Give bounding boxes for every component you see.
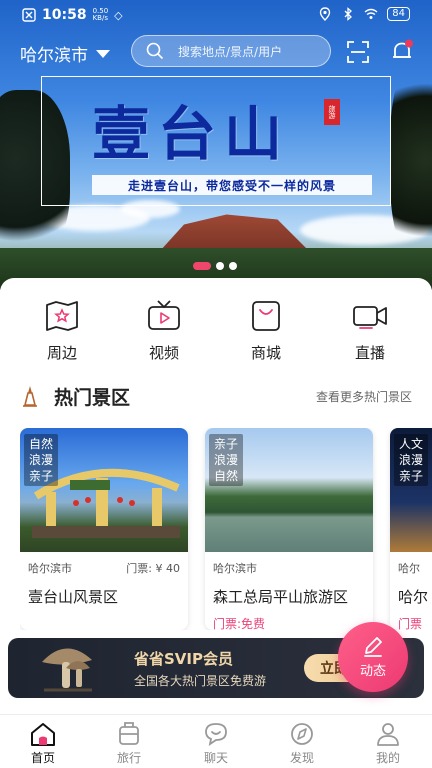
spot-city: 哈尔滨市 bbox=[28, 562, 72, 575]
tree-silhouette bbox=[390, 60, 432, 260]
carousel-indicator bbox=[193, 262, 237, 270]
carousel-dot[interactable] bbox=[216, 262, 224, 270]
banner-seal: 旅游 bbox=[324, 99, 340, 125]
spot-photo: 自然 浪漫 亲子 bbox=[20, 428, 188, 552]
status-time: 10:58 bbox=[42, 7, 87, 23]
home-icon bbox=[31, 723, 55, 746]
tv-play-icon bbox=[148, 300, 180, 330]
spot-card[interactable]: 自然 浪漫 亲子 哈尔滨市 门票: ¥ 40 壹台山风景区 bbox=[20, 428, 188, 630]
spot-tags: 自然 浪漫 亲子 bbox=[24, 434, 58, 486]
fab-label: 动态 bbox=[359, 664, 386, 679]
tab-label: 旅行 bbox=[116, 751, 141, 765]
spot-ticket: 门票 bbox=[398, 617, 423, 630]
search-icon bbox=[146, 42, 164, 60]
video-camera-icon bbox=[353, 306, 387, 329]
spot-name: 森工总局平山旅游区 bbox=[213, 588, 349, 606]
hero-banner[interactable]: 10:58 0.50 KB/s ◇ 84 哈尔滨市 搜索地点/景点/用户 壹台山… bbox=[0, 0, 432, 290]
spot-photo: 亲子 浪漫 自然 bbox=[205, 428, 373, 552]
mushroom-illustration bbox=[42, 648, 92, 692]
scan-icon[interactable] bbox=[347, 41, 369, 63]
more-hot-spots-link[interactable]: 查看更多热门景区 bbox=[316, 388, 412, 405]
quick-link-video[interactable]: 视频 bbox=[134, 300, 194, 363]
tab-label: 发现 bbox=[289, 751, 314, 765]
banner-title: 壹台山 bbox=[92, 100, 291, 168]
search-placeholder: 搜索地点/景点/用户 bbox=[178, 44, 283, 59]
spot-tags: 人文 浪漫 亲子 bbox=[394, 434, 428, 486]
tab-label: 我的 bbox=[375, 751, 400, 765]
tab-profile[interactable]: 我的 bbox=[358, 721, 418, 766]
shop-bag-icon bbox=[252, 301, 280, 331]
search-input[interactable]: 搜索地点/景点/用户 bbox=[131, 35, 331, 67]
city-selector[interactable]: 哈尔滨市 bbox=[20, 41, 110, 66]
quick-link-nearby[interactable]: 周边 bbox=[32, 300, 92, 363]
promo-subtitle: 全国各大热门景区免费游 bbox=[134, 674, 267, 688]
user-icon bbox=[377, 723, 399, 746]
status-bar: 10:58 0.50 KB/s ◇ 84 bbox=[0, 0, 432, 30]
tab-label: 聊天 bbox=[203, 751, 228, 765]
tab-home[interactable]: 首页 bbox=[13, 721, 73, 766]
post-moment-button[interactable]: 动态 bbox=[338, 622, 408, 692]
promo-title: 省省SVIP会员 bbox=[134, 650, 233, 668]
carousel-dot[interactable] bbox=[229, 262, 237, 270]
hot-spots-carousel[interactable]: 自然 浪漫 亲子 哈尔滨市 门票: ¥ 40 壹台山风景区 亲子 浪漫 自然 哈… bbox=[20, 428, 432, 630]
bell-icon[interactable] bbox=[390, 39, 414, 63]
section-title: 热门景区 bbox=[54, 386, 131, 409]
pencil-icon bbox=[364, 637, 382, 657]
network-speed: 0.50 KB/s bbox=[92, 7, 109, 22]
chevron-down-icon bbox=[96, 49, 110, 58]
spot-photo: 人文 浪漫 亲子 bbox=[390, 428, 432, 552]
banner-frame: 壹台山 旅游 走进壹台山，带您感受不一样的风景 bbox=[41, 76, 391, 206]
quick-link-label: 周边 bbox=[46, 344, 77, 362]
chat-icon bbox=[205, 723, 227, 746]
bluetooth-icon bbox=[344, 7, 353, 21]
banner-slogan: 走进壹台山，带您感受不一样的风景 bbox=[92, 175, 372, 195]
compass-icon bbox=[291, 723, 313, 745]
spot-ticket: 门票:免费 bbox=[213, 617, 266, 630]
spot-card[interactable]: 人文 浪漫 亲子 哈尔 哈尔 门票 bbox=[390, 428, 432, 630]
tab-travel[interactable]: 旅行 bbox=[99, 721, 159, 766]
spot-price: 门票: ¥ 40 bbox=[126, 562, 180, 575]
suitcase-icon bbox=[119, 722, 139, 745]
tab-discover[interactable]: 发现 bbox=[272, 721, 332, 766]
spot-city: 哈尔 bbox=[398, 562, 420, 575]
wifi-icon bbox=[364, 8, 378, 19]
location-icon bbox=[320, 7, 331, 21]
quick-link-label: 商城 bbox=[250, 344, 281, 362]
map-star-icon bbox=[46, 301, 78, 331]
nfc-icon: ◇ bbox=[114, 8, 123, 22]
carousel-dot[interactable] bbox=[193, 262, 211, 270]
spot-name: 壹台山风景区 bbox=[28, 588, 119, 606]
city-label: 哈尔滨市 bbox=[20, 46, 88, 66]
tab-label: 首页 bbox=[30, 751, 55, 765]
spot-card[interactable]: 亲子 浪漫 自然 哈尔滨市 森工总局平山旅游区 门票:免费 bbox=[205, 428, 373, 630]
close-box-icon bbox=[22, 8, 36, 22]
bottom-tab-bar: 首页 旅行 聊天 发现 我的 bbox=[0, 714, 432, 768]
quick-link-label: 直播 bbox=[354, 344, 385, 362]
top-bar: 哈尔滨市 搜索地点/景点/用户 bbox=[0, 33, 432, 71]
quick-links: 周边 视频 商城 直播 bbox=[0, 300, 432, 370]
quick-link-shop[interactable]: 商城 bbox=[236, 300, 296, 363]
spot-tags: 亲子 浪漫 自然 bbox=[209, 434, 243, 486]
quick-link-live[interactable]: 直播 bbox=[340, 300, 400, 363]
spot-name: 哈尔 bbox=[398, 588, 429, 606]
tab-chat[interactable]: 聊天 bbox=[186, 721, 246, 766]
quick-link-label: 视频 bbox=[148, 344, 179, 362]
battery-indicator: 84 bbox=[387, 7, 410, 21]
hot-spots-header: 热门景区 查看更多热门景区 bbox=[20, 382, 412, 410]
tower-icon bbox=[23, 386, 37, 407]
spot-city: 哈尔滨市 bbox=[213, 562, 257, 575]
